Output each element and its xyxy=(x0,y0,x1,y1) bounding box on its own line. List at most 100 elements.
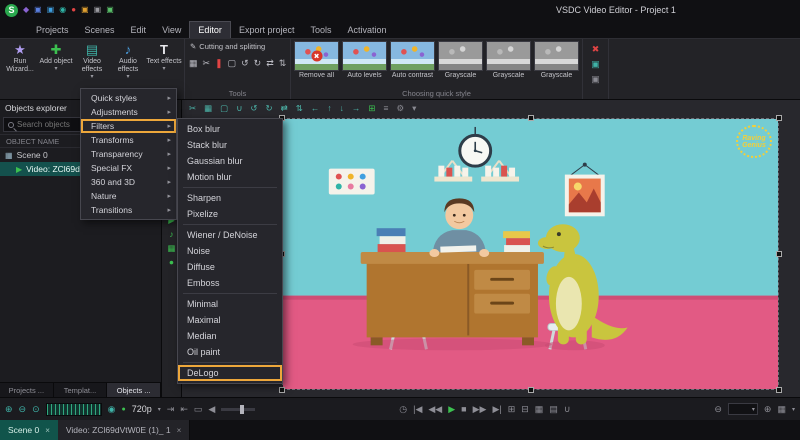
menu-projects[interactable]: Projects xyxy=(28,22,77,38)
grid-icon[interactable]: ▦ xyxy=(204,103,212,114)
selection-handle[interactable] xyxy=(776,251,782,257)
quick-access-icon-8[interactable]: ▣ xyxy=(106,6,114,14)
add-grid-icon[interactable]: ⊞ xyxy=(368,103,375,114)
rotate-right-icon[interactable]: ↻ xyxy=(254,58,262,69)
submenu-item-diffuse[interactable]: Diffuse xyxy=(178,259,282,275)
add-sprite-icon[interactable]: ● xyxy=(169,258,174,267)
run-wizard-button[interactable]: ★ Run Wizard... xyxy=(2,41,38,99)
menu-list-icon[interactable]: ≡ xyxy=(384,103,389,113)
menu-item-special-fx[interactable]: Special FX ▸ xyxy=(81,161,176,175)
rotate-left-icon[interactable]: ↺ xyxy=(250,103,257,114)
delete-effect-icon[interactable]: ✖ xyxy=(592,44,600,55)
submenu-item-delogo[interactable]: DeLogo xyxy=(178,365,282,381)
caret-icon[interactable]: ▾ xyxy=(412,103,416,114)
layout-caret-icon[interactable]: ▾ xyxy=(792,406,795,413)
flip-horizontal-icon[interactable]: ⇄ xyxy=(281,103,288,114)
marker-out-icon[interactable]: ⇤ xyxy=(180,404,188,415)
menu-edit[interactable]: Edit xyxy=(123,22,155,38)
panel-icon[interactable]: ▣ xyxy=(591,59,600,70)
submenu-item-box-blur[interactable]: Box blur xyxy=(178,121,282,137)
menu-scenes[interactable]: Scenes xyxy=(77,22,123,38)
menu-item-transparency[interactable]: Transparency ▸ xyxy=(81,147,176,161)
align-bottom-icon[interactable]: ↓ xyxy=(340,103,344,113)
crop-icon[interactable]: ▢ xyxy=(228,58,237,69)
go-to-start-button[interactable]: |◀ xyxy=(413,404,422,415)
selection-handle[interactable] xyxy=(528,115,534,121)
grid-view-icon[interactable]: ▦ xyxy=(535,404,544,415)
submenu-item-noise[interactable]: Noise xyxy=(178,243,282,259)
submenu-item-sharpen[interactable]: Sharpen xyxy=(178,190,282,206)
flip-horizontal-icon[interactable]: ⇄ xyxy=(266,58,274,69)
video-frame[interactable]: Raving Genius xyxy=(282,118,779,390)
scissors-icon[interactable]: ✂ xyxy=(189,103,196,114)
align-right-icon[interactable]: → xyxy=(352,103,361,113)
expand-timeline-icon[interactable]: ⊞ xyxy=(508,404,516,415)
submenu-item-pixelize[interactable]: Pixelize xyxy=(178,206,282,222)
rotate-left-icon[interactable]: ↺ xyxy=(241,58,249,69)
tab-projects[interactable]: Projects ... xyxy=(0,383,54,397)
audio-waveform-preview[interactable] xyxy=(46,403,102,416)
snap-magnet-icon[interactable]: ∪ xyxy=(564,404,571,415)
scissors-icon[interactable]: ✂ xyxy=(203,58,211,69)
display-grid-icon[interactable]: ▦ xyxy=(189,58,198,69)
submenu-item-maximal[interactable]: Maximal xyxy=(178,312,282,328)
magnet-icon[interactable]: ∪ xyxy=(236,103,242,114)
menu-item-adjustments[interactable]: Adjustments ▸ xyxy=(81,105,176,119)
video-tab[interactable]: Video: ZCl69dVtW0E (1)_ 1 × xyxy=(58,420,190,440)
quick-access-icon-1[interactable]: ◆ xyxy=(23,6,29,14)
speaker-icon[interactable]: ◀ xyxy=(208,404,215,415)
menu-item-filters[interactable]: Filters ▸ xyxy=(81,119,176,133)
zoom-fit-icon[interactable]: ⊙ xyxy=(32,404,40,415)
rotate-right-icon[interactable]: ↻ xyxy=(266,103,273,114)
crop-icon[interactable]: ▢ xyxy=(220,103,228,114)
tab-objects[interactable]: Objects ... xyxy=(107,383,161,397)
stop-button[interactable]: ■ xyxy=(461,404,466,414)
selection-handle[interactable] xyxy=(776,387,782,393)
timeline-zoom-in-icon[interactable]: ⊕ xyxy=(764,404,772,415)
duration-clock-icon[interactable]: ◷ xyxy=(399,404,407,415)
selection-handle[interactable] xyxy=(279,387,285,393)
close-icon[interactable]: × xyxy=(177,426,182,435)
play-button[interactable]: ▶ xyxy=(448,404,455,415)
selection-handle[interactable] xyxy=(528,387,534,393)
marker-in-icon[interactable]: ⇥ xyxy=(167,404,175,415)
menu-item-transforms[interactable]: Transforms ▸ xyxy=(81,133,176,147)
resolution-caret-icon[interactable]: ▾ xyxy=(158,406,161,413)
record-icon[interactable]: ◉ xyxy=(108,404,116,415)
fast-forward-button[interactable]: ▶▶ xyxy=(473,404,487,415)
submenu-item-emboss[interactable]: Emboss xyxy=(178,275,282,291)
quick-access-icon-6[interactable]: ▣ xyxy=(81,6,89,14)
add-object-button[interactable]: ✚ Add object ▾ xyxy=(38,41,74,99)
menu-export-project[interactable]: Export project xyxy=(231,22,303,38)
align-top-icon[interactable]: ↑ xyxy=(327,103,331,113)
zoom-out-scene-icon[interactable]: ⊖ xyxy=(19,404,27,415)
quick-access-icon-3[interactable]: ▣ xyxy=(47,6,55,14)
work-area-icon[interactable]: ▭ xyxy=(194,404,203,415)
quick-access-icon-2[interactable]: ▣ xyxy=(34,6,42,14)
submenu-item-gaussian-blur[interactable]: Gaussian blur xyxy=(178,153,282,169)
submenu-item-minimal[interactable]: Minimal xyxy=(178,296,282,312)
flip-vertical-icon[interactable]: ⇅ xyxy=(279,58,287,69)
submenu-item-wiener-denoise[interactable]: Wiener / DeNoise xyxy=(178,227,282,243)
timeline-zoom-dropdown[interactable]: ▾ xyxy=(728,403,758,415)
rewind-button[interactable]: ◀◀ xyxy=(428,404,442,415)
submenu-item-motion-blur[interactable]: Motion blur xyxy=(178,169,282,185)
submenu-item-stack-blur[interactable]: Stack blur xyxy=(178,137,282,153)
scene-tab[interactable]: Scene 0 × xyxy=(0,420,58,440)
menu-item-transitions[interactable]: Transitions ▸ xyxy=(81,203,176,217)
panel-icon-2[interactable]: ▣ xyxy=(591,74,600,85)
volume-knob[interactable] xyxy=(240,405,244,414)
quick-access-icon-7[interactable]: ▣ xyxy=(94,6,102,14)
layout-icon[interactable]: ▦ xyxy=(777,404,786,415)
timeline-zoom-out-icon[interactable]: ⊖ xyxy=(714,404,722,415)
menu-tools[interactable]: Tools xyxy=(302,22,339,38)
menu-item-quick-styles[interactable]: Quick styles ▸ xyxy=(81,91,176,105)
menu-view[interactable]: View xyxy=(154,22,189,38)
tab-templates[interactable]: Templat... xyxy=(54,383,108,397)
flip-vertical-icon[interactable]: ⇅ xyxy=(296,103,303,114)
menu-editor[interactable]: Editor xyxy=(189,21,231,38)
submenu-item-oil-paint[interactable]: Oil paint xyxy=(178,344,282,360)
settings-gear-icon[interactable]: ⚙ xyxy=(397,103,405,114)
menu-item-360-3d[interactable]: 360 and 3D ▸ xyxy=(81,175,176,189)
close-icon[interactable]: × xyxy=(45,426,50,435)
